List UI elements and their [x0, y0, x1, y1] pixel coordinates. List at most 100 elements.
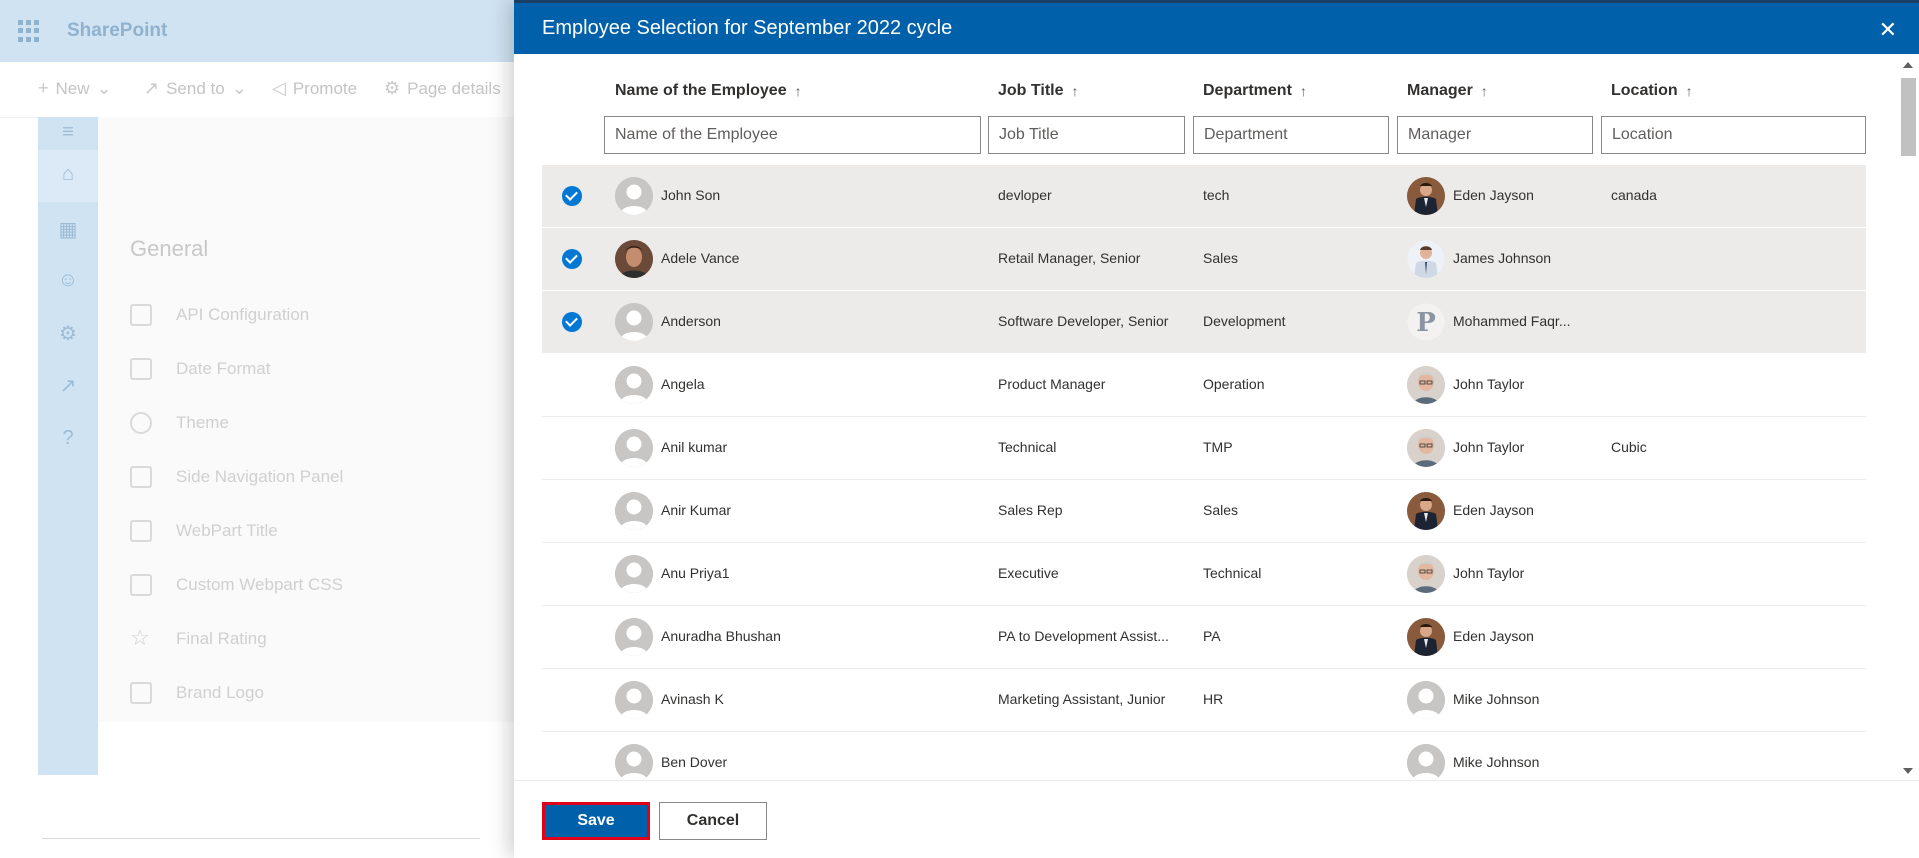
row-checkbox[interactable]: [562, 375, 582, 395]
employee-avatar: [615, 429, 653, 467]
name-filter-input[interactable]: [604, 116, 981, 154]
home-icon[interactable]: ⌂: [38, 163, 98, 186]
chart-icon[interactable]: ▦: [38, 217, 98, 242]
column-header-name[interactable]: Name of the Employee ↑: [615, 82, 802, 100]
job-title: Sales Rep: [998, 502, 1063, 518]
employee-selection-dialog: Employee Selection for September 2022 cy…: [514, 0, 1919, 858]
new-command[interactable]: + New ⌄: [38, 78, 112, 99]
settings-item-label: Theme: [176, 413, 229, 432]
location-filter-input[interactable]: [1601, 116, 1866, 154]
employee-avatar: [615, 681, 653, 719]
table-row[interactable]: Anu Priya1 Executive Technical John Taylor: [542, 543, 1866, 606]
table-row[interactable]: Adele Vance Retail Manager, Senior Sales Ja…: [542, 228, 1866, 291]
help-icon[interactable]: ?: [38, 427, 98, 450]
manager-name: Mike Johnson: [1453, 754, 1540, 770]
sort-asc-icon: ↑: [1480, 83, 1488, 99]
manager-name: John Taylor: [1453, 376, 1525, 392]
department: Operation: [1203, 376, 1265, 392]
settings-item-theme[interactable]: Theme: [130, 412, 229, 434]
job-title: Product Manager: [998, 376, 1106, 392]
column-header-location[interactable]: Location ↑: [1611, 82, 1693, 100]
scroll-thumb[interactable]: [1901, 78, 1916, 156]
user-settings-icon[interactable]: ☺: [38, 269, 98, 292]
settings-item-label: Final Rating: [176, 629, 267, 648]
job-title: Software Developer, Senior: [998, 313, 1169, 329]
job-title-filter-input[interactable]: [988, 116, 1185, 154]
settings-item-css[interactable]: Custom Webpart CSS: [130, 574, 343, 596]
section-title: General: [130, 236, 209, 261]
column-header-label: Name of the Employee: [615, 82, 787, 99]
row-checkbox[interactable]: [562, 249, 582, 269]
scroll-down-icon[interactable]: [1903, 768, 1913, 774]
row-checkbox[interactable]: [562, 690, 582, 710]
settings-item-sidenav[interactable]: Side Navigation Panel: [130, 466, 343, 488]
employee-avatar: [615, 555, 653, 593]
column-header-job-title[interactable]: Job Title ↑: [998, 82, 1079, 100]
row-checkbox[interactable]: [562, 312, 582, 332]
page-details-command[interactable]: ⚙ Page details: [384, 78, 501, 99]
settings-item-logo[interactable]: Brand Logo: [130, 682, 264, 704]
table-row[interactable]: Anil kumar Technical TMP John Taylor Cubic: [542, 417, 1866, 480]
department: Development: [1203, 313, 1286, 329]
sort-asc-icon: ↑: [794, 83, 802, 99]
trend-icon[interactable]: ↗: [38, 373, 98, 398]
sort-asc-icon: ↑: [1299, 83, 1307, 99]
plus-icon: +: [38, 78, 49, 98]
table-row[interactable]: Anuradha Bhushan PA to Development Assist…: [542, 606, 1866, 669]
briefcase-icon: [130, 682, 152, 704]
chevron-down-icon: ⌄: [96, 78, 112, 98]
employee-avatar: [615, 177, 653, 215]
manager-filter-input[interactable]: [1397, 116, 1593, 154]
table-row[interactable]: Anir Kumar Sales Rep Sales Eden Jayson: [542, 480, 1866, 543]
brand-title[interactable]: SharePoint: [67, 20, 167, 42]
row-checkbox[interactable]: [562, 627, 582, 647]
table-row[interactable]: Angela Product Manager Operation John Taylo…: [542, 354, 1866, 417]
settings-item-label: Custom Webpart CSS: [176, 575, 343, 594]
vertical-scrollbar[interactable]: [1897, 54, 1919, 780]
manager-avatar: [1407, 366, 1445, 404]
table-row[interactable]: Anderson Software Developer, Senior Develo…: [542, 291, 1866, 354]
location: Cubic: [1611, 439, 1647, 455]
column-header-department[interactable]: Department ↑: [1203, 82, 1307, 100]
scroll-up-icon[interactable]: [1903, 62, 1913, 68]
row-checkbox[interactable]: [562, 186, 582, 206]
job-title: PA to Development Assist...: [998, 628, 1169, 644]
settings-item-date[interactable]: Date Format: [130, 358, 270, 380]
settings-item-rating[interactable]: ☆ Final Rating: [130, 625, 267, 650]
row-checkbox[interactable]: [562, 564, 582, 584]
employee-avatar: [615, 240, 653, 278]
row-checkbox[interactable]: [562, 753, 582, 773]
settings-item-api[interactable]: API Configuration: [130, 304, 309, 326]
send-to-command[interactable]: ↗ Send to ⌄: [144, 78, 247, 99]
panel-icon: [130, 466, 152, 488]
manager-avatar: [1407, 177, 1445, 215]
hamburger-icon[interactable]: ≡: [38, 121, 98, 144]
gear-icon: ⚙: [384, 78, 401, 98]
table-row[interactable]: Avinash K Marketing Assistant, Junior HR Mi…: [542, 669, 1866, 732]
column-header-label: Location: [1611, 82, 1678, 99]
row-checkbox[interactable]: [562, 501, 582, 521]
cancel-button[interactable]: Cancel: [659, 802, 767, 840]
save-button[interactable]: Save: [542, 802, 650, 840]
employee-name: Angela: [661, 376, 705, 392]
sort-asc-icon: ↑: [1071, 83, 1079, 99]
promote-command[interactable]: ◁ Promote: [272, 78, 357, 99]
department: tech: [1203, 187, 1230, 203]
manager-name: Mohammed Faqr...: [1453, 313, 1571, 329]
calendar-icon: [130, 358, 152, 380]
app-launcher-icon[interactable]: [18, 20, 40, 42]
column-header-manager[interactable]: Manager ↑: [1407, 82, 1488, 100]
employee-avatar: [615, 492, 653, 530]
column-header-label: Manager: [1407, 82, 1473, 99]
star-icon: ☆: [130, 625, 150, 650]
settings-item-label: API Configuration: [176, 305, 310, 324]
settings-item-webpart-title[interactable]: WebPart Title: [130, 520, 278, 542]
settings-item-label: WebPart Title: [176, 521, 278, 540]
manager-name: Eden Jayson: [1453, 187, 1534, 203]
settings-icon[interactable]: ⚙: [38, 321, 98, 346]
row-checkbox[interactable]: [562, 438, 582, 458]
settings-item-label: Brand Logo: [176, 683, 264, 702]
table-row[interactable]: John Son devloper tech Eden Jayson canada: [542, 165, 1866, 228]
close-icon[interactable]: ✕: [1879, 17, 1897, 43]
department-filter-input[interactable]: [1193, 116, 1389, 154]
